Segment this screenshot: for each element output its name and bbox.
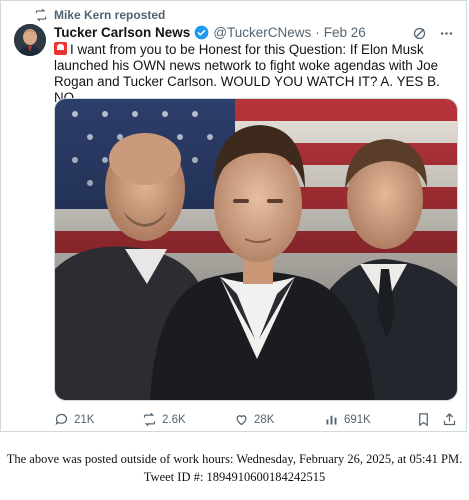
tweet-top-actions (412, 26, 454, 41)
bookmark-icon (419, 413, 428, 427)
reply-icon (55, 413, 68, 426)
retweet-button[interactable]: 2.6K (142, 412, 186, 427)
siren-emoji-icon (54, 42, 67, 55)
heart-icon (236, 415, 247, 426)
separator-dot: · (315, 25, 320, 40)
more-icon[interactable] (439, 26, 454, 41)
repost-banner: Mike Kern reposted (34, 8, 165, 22)
reply-count: 21K (74, 413, 95, 426)
tweet-actions: 21K 2.6K 28K 691K (54, 412, 458, 430)
tweet-date[interactable]: Feb 26 (324, 25, 366, 40)
footer-posted-time: The above was posted outside of work hou… (6, 452, 463, 466)
footer-tweet-id: Tweet ID #: 1894910600184242515 (143, 470, 326, 484)
tweet-header: Tucker Carlson News @TuckerCNews · Feb 2… (54, 25, 366, 40)
author-handle[interactable]: @TuckerCNews (213, 25, 311, 40)
tweet-text: I want from you to be Honest for this Qu… (54, 42, 454, 106)
avatar[interactable] (14, 24, 46, 56)
grok-icon[interactable] (412, 26, 427, 41)
repost-label[interactable]: Mike Kern reposted (54, 8, 165, 22)
retweet-count: 2.6K (162, 413, 186, 426)
like-button[interactable]: 28K (234, 412, 274, 427)
views-icon (326, 415, 337, 425)
author-name[interactable]: Tucker Carlson News (54, 25, 190, 40)
views-button[interactable]: 691K (324, 412, 371, 427)
bookmark-button[interactable] (416, 412, 431, 427)
share-button[interactable] (442, 412, 457, 427)
tweet-body: I want from you to be Honest for this Qu… (54, 42, 440, 105)
verified-badge-icon (194, 25, 209, 40)
retweet-icon (143, 412, 156, 427)
share-icon (443, 412, 456, 426)
views-count: 691K (344, 413, 371, 426)
tweet-card[interactable]: Mike Kern reposted Tucker Carlson News @… (0, 0, 467, 432)
like-count: 28K (254, 413, 275, 426)
tweet-image[interactable] (54, 98, 458, 401)
repost-icon (35, 8, 47, 22)
reply-button[interactable]: 21K (54, 412, 94, 427)
